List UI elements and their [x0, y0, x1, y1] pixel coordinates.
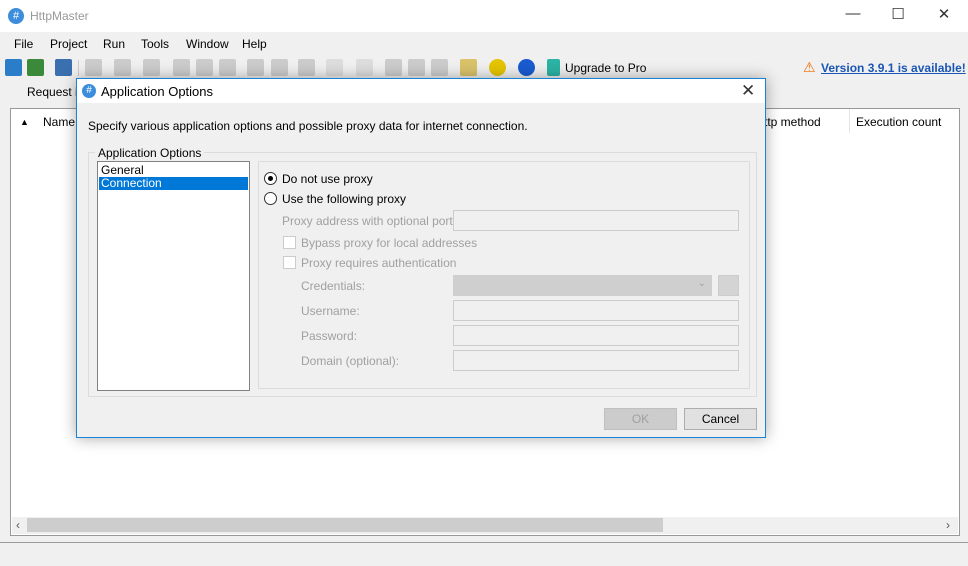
dialog-description: Specify various application options and …: [88, 119, 528, 133]
options-group: Application Options General Connection D…: [88, 146, 757, 397]
run-selected-icon[interactable]: [385, 59, 402, 76]
add-request-icon[interactable]: [173, 59, 190, 76]
app-title: HttpMaster: [30, 9, 89, 23]
run-all-icon[interactable]: [431, 59, 448, 76]
import-icon[interactable]: [143, 59, 160, 76]
menu-tools[interactable]: Tools: [141, 37, 169, 51]
dialog-close-icon[interactable]: ✕: [741, 81, 755, 101]
dialog-title-bar: # Application Options ✕: [77, 79, 765, 103]
column-http-method[interactable]: ttp method: [764, 115, 821, 129]
toolbar: Upgrade to Pro ⚠ Version 3.9.1 is availa…: [0, 56, 968, 80]
password-input[interactable]: [453, 325, 739, 346]
nav-item-connection[interactable]: Connection: [99, 177, 248, 190]
dialog-app-icon: #: [82, 84, 96, 98]
network-icon[interactable]: [460, 59, 477, 76]
group-label: Application Options: [95, 146, 205, 160]
use-proxy-label[interactable]: Use the following proxy: [282, 192, 406, 206]
validate-icon[interactable]: [247, 59, 264, 76]
domain-label: Domain (optional):: [301, 354, 400, 368]
no-proxy-label[interactable]: Do not use proxy: [282, 172, 373, 186]
use-proxy-radio[interactable]: [264, 192, 277, 205]
cursor-icon[interactable]: [326, 59, 343, 76]
close-button[interactable]: ✕: [929, 5, 959, 25]
ok-button[interactable]: OK: [604, 408, 677, 430]
delete-request-icon[interactable]: [219, 59, 236, 76]
toolbar-separator: [78, 60, 79, 76]
project-settings-icon[interactable]: [55, 59, 72, 76]
menu-run[interactable]: Run: [103, 37, 125, 51]
menu-file[interactable]: File: [14, 37, 33, 51]
proxy-address-input[interactable]: [453, 210, 739, 231]
scrollbar-thumb[interactable]: [27, 518, 663, 532]
domain-input[interactable]: [453, 350, 739, 371]
credentials-select[interactable]: ⌄: [453, 275, 712, 296]
refresh-icon[interactable]: [271, 59, 288, 76]
minimize-button[interactable]: —: [838, 5, 868, 25]
upgrade-icon[interactable]: [547, 59, 560, 76]
maximize-button[interactable]: ☐: [883, 5, 913, 25]
manage-credentials-button[interactable]: [718, 275, 739, 296]
title-bar: # HttpMaster — ☐ ✕: [0, 0, 968, 32]
credentials-label: Credentials:: [301, 279, 366, 293]
column-divider: [849, 109, 850, 133]
auth-required-checkbox[interactable]: [283, 256, 296, 269]
export-icon[interactable]: [114, 59, 131, 76]
scroll-right-icon[interactable]: ›: [946, 518, 950, 532]
column-name[interactable]: Name: [43, 115, 75, 129]
menu-window[interactable]: Window: [186, 37, 229, 51]
dialog-title: Application Options: [101, 84, 214, 99]
username-label: Username:: [301, 304, 360, 318]
save-icon[interactable]: [85, 59, 102, 76]
app-icon: #: [8, 8, 24, 24]
menu-bar: File Project Run Tools Window Help: [0, 34, 968, 54]
scroll-left-icon[interactable]: ‹: [16, 518, 20, 532]
menu-help[interactable]: Help: [242, 37, 267, 51]
no-proxy-radio[interactable]: [264, 172, 277, 185]
sort-ascending-icon: ▲: [20, 117, 29, 127]
horizontal-scrollbar[interactable]: ‹ ›: [12, 517, 958, 534]
copy-icon[interactable]: [298, 59, 315, 76]
options-icon[interactable]: [489, 59, 506, 76]
chevron-down-icon: ⌄: [697, 278, 706, 289]
upgrade-button[interactable]: Upgrade to Pro: [565, 61, 646, 75]
menu-project[interactable]: Project: [50, 37, 87, 51]
column-execution-count[interactable]: Execution count: [856, 115, 941, 129]
bypass-local-checkbox[interactable]: [283, 236, 296, 249]
proxy-address-label: Proxy address with optional port:: [282, 214, 457, 228]
connection-panel: Do not use proxy Use the following proxy…: [258, 161, 750, 389]
tab-request-items[interactable]: Request it: [27, 85, 81, 99]
bell-icon: ⚠: [803, 59, 816, 75]
split-icon[interactable]: [356, 59, 373, 76]
status-bar: [0, 542, 968, 566]
open-project-icon[interactable]: [27, 59, 44, 76]
run-icon[interactable]: [408, 59, 425, 76]
info-icon[interactable]: [518, 59, 535, 76]
edit-request-icon[interactable]: [196, 59, 213, 76]
auth-required-label: Proxy requires authentication: [301, 256, 457, 270]
password-label: Password:: [301, 329, 358, 343]
version-link[interactable]: Version 3.9.1 is available!: [821, 61, 966, 75]
options-nav-list[interactable]: General Connection: [97, 161, 250, 391]
application-options-dialog: # Application Options ✕ Specify various …: [76, 78, 766, 438]
bypass-local-label: Bypass proxy for local addresses: [301, 236, 478, 250]
cancel-button[interactable]: Cancel: [684, 408, 757, 430]
username-input[interactable]: [453, 300, 739, 321]
new-project-icon[interactable]: [5, 59, 22, 76]
